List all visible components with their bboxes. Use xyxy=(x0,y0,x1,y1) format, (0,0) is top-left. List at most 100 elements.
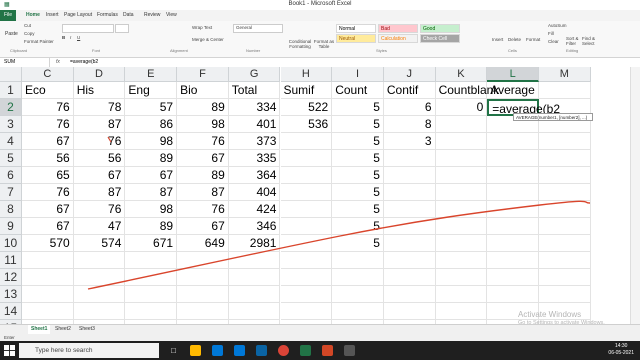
merge-center-button[interactable]: Merge & Center xyxy=(192,37,224,42)
cell-e8[interactable]: 98 xyxy=(125,201,178,218)
row-header-8[interactable]: 8 xyxy=(0,201,22,218)
cell-k11[interactable] xyxy=(435,252,488,269)
cell-i2[interactable]: 5 xyxy=(332,99,384,116)
cell-i10[interactable]: 5 xyxy=(332,235,384,252)
cell-e10[interactable]: 671 xyxy=(125,235,178,252)
cell-l12[interactable] xyxy=(487,269,539,286)
style-good[interactable]: Good xyxy=(420,24,460,33)
conditional-formatting-button[interactable]: Conditional Formatting xyxy=(287,39,313,49)
cell-g1[interactable]: Total xyxy=(228,82,281,99)
autosum-button[interactable]: AutoSum xyxy=(548,23,567,28)
cell-f11[interactable] xyxy=(177,252,229,269)
cell-e5[interactable]: 89 xyxy=(125,150,178,167)
column-header-l[interactable]: L xyxy=(487,67,539,82)
cell-g7[interactable]: 404 xyxy=(228,184,281,201)
cell-i14[interactable] xyxy=(332,303,384,320)
column-header-c[interactable]: C xyxy=(22,67,74,82)
cell-m13[interactable] xyxy=(539,286,591,303)
excel-taskbar-icon[interactable] xyxy=(300,345,311,356)
cell-g5[interactable]: 335 xyxy=(228,150,281,167)
cell-e6[interactable]: 67 xyxy=(125,167,178,184)
cell-c2[interactable]: 76 xyxy=(22,99,74,116)
cell-j5[interactable] xyxy=(383,150,436,167)
cell-k2[interactable]: 0 xyxy=(435,99,488,116)
column-header-i[interactable]: I xyxy=(332,67,384,82)
copy-button[interactable]: Copy xyxy=(24,31,35,36)
vertical-scrollbar[interactable] xyxy=(630,67,640,324)
row-header-10[interactable]: 10 xyxy=(0,235,22,252)
cell-h14[interactable] xyxy=(280,303,333,320)
cell-c11[interactable] xyxy=(22,252,74,269)
cell-h1[interactable]: Sumif xyxy=(280,82,333,99)
cell-g2[interactable]: 334 xyxy=(228,99,281,116)
cell-k6[interactable] xyxy=(435,167,488,184)
style-check-cell[interactable]: Check Cell xyxy=(420,34,460,43)
sort-filter-button[interactable]: Sort & Filter xyxy=(566,36,580,46)
cell-k5[interactable] xyxy=(435,150,488,167)
wrap-text-button[interactable]: Wrap Text xyxy=(192,25,212,30)
cell-m5[interactable] xyxy=(539,150,591,167)
row-header-6[interactable]: 6 xyxy=(0,167,22,184)
sheet-tab-2[interactable]: Sheet2 xyxy=(52,325,74,334)
cell-l4[interactable] xyxy=(487,133,539,150)
cell-j11[interactable] xyxy=(383,252,436,269)
cell-j14[interactable] xyxy=(383,303,436,320)
cell-c1[interactable]: Eco xyxy=(22,82,74,99)
cell-f4[interactable]: 76 xyxy=(177,133,229,150)
row-header-14[interactable]: 14 xyxy=(0,303,22,320)
cell-d2[interactable]: 78 xyxy=(73,99,126,116)
format-painter-button[interactable]: Format Painter xyxy=(24,39,54,44)
cell-d11[interactable] xyxy=(73,252,126,269)
cell-j4[interactable]: 3 xyxy=(383,133,436,150)
row-header-7[interactable]: 7 xyxy=(0,184,22,201)
cell-c9[interactable]: 67 xyxy=(22,218,74,235)
cell-l8[interactable] xyxy=(487,201,539,218)
windows-start-icon[interactable] xyxy=(4,345,15,356)
cell-d8[interactable]: 76 xyxy=(73,201,126,218)
cell-f10[interactable]: 649 xyxy=(177,235,229,252)
cell-k8[interactable] xyxy=(435,201,488,218)
cell-k12[interactable] xyxy=(435,269,488,286)
font-name-select[interactable] xyxy=(62,24,114,33)
style-normal[interactable]: Normal xyxy=(336,24,376,33)
format-cells-button[interactable]: Format xyxy=(526,37,540,42)
cell-i6[interactable]: 5 xyxy=(332,167,384,184)
row-header-5[interactable]: 5 xyxy=(0,150,22,167)
file-explorer-icon[interactable] xyxy=(190,345,201,356)
delete-cells-button[interactable]: Delete xyxy=(508,37,521,42)
cell-g4[interactable]: 373 xyxy=(228,133,281,150)
cell-e13[interactable] xyxy=(125,286,178,303)
cell-c14[interactable] xyxy=(22,303,74,320)
cell-g11[interactable] xyxy=(228,252,281,269)
cell-m7[interactable] xyxy=(539,184,591,201)
cell-k4[interactable] xyxy=(435,133,488,150)
select-all-corner[interactable] xyxy=(0,67,22,82)
insert-cells-button[interactable]: Insert xyxy=(492,37,503,42)
cell-m6[interactable] xyxy=(539,167,591,184)
style-neutral[interactable]: Neutral xyxy=(336,34,376,43)
cell-m1[interactable] xyxy=(539,82,591,99)
cell-l1[interactable]: Average xyxy=(487,82,539,99)
cell-l5[interactable] xyxy=(487,150,539,167)
formula-input[interactable]: =average(b2 xyxy=(70,58,98,67)
cell-f9[interactable]: 67 xyxy=(177,218,229,235)
cell-j1[interactable]: Contif xyxy=(383,82,436,99)
cell-m9[interactable] xyxy=(539,218,591,235)
row-header-1[interactable]: 1 xyxy=(0,82,22,99)
cell-j9[interactable] xyxy=(383,218,436,235)
name-box[interactable]: SUM xyxy=(0,58,50,67)
cell-j12[interactable] xyxy=(383,269,436,286)
column-header-e[interactable]: E xyxy=(125,67,178,82)
cell-j8[interactable] xyxy=(383,201,436,218)
cell-d7[interactable]: 87 xyxy=(73,184,126,201)
cell-g9[interactable]: 346 xyxy=(228,218,281,235)
cell-l13[interactable] xyxy=(487,286,539,303)
cell-d14[interactable] xyxy=(73,303,126,320)
find-select-button[interactable]: Find & Select xyxy=(582,36,598,46)
taskbar-clock[interactable]: 14:30 06-05-2021 xyxy=(608,343,634,357)
number-format-select[interactable]: General xyxy=(233,24,283,33)
cut-button[interactable]: Cut xyxy=(24,23,31,28)
cell-c5[interactable]: 56 xyxy=(22,150,74,167)
tab-home[interactable]: Home xyxy=(26,12,40,18)
tab-view[interactable]: View xyxy=(166,12,177,18)
